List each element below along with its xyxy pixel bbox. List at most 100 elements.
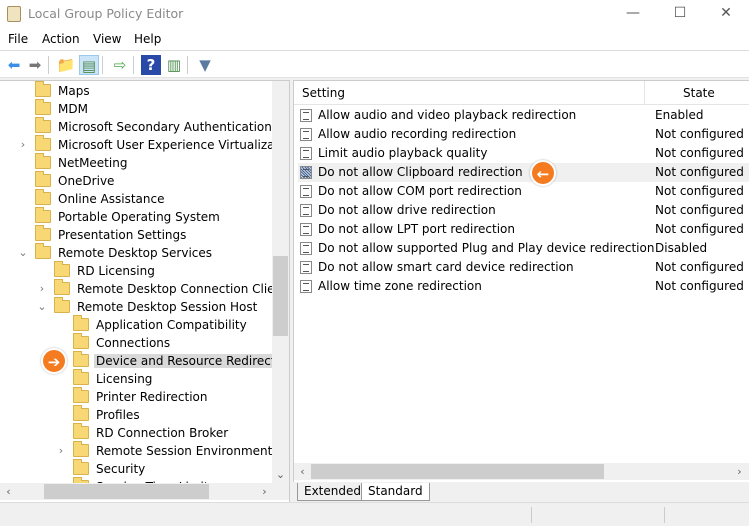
close-button[interactable]: ✕ xyxy=(703,0,749,28)
policy-row[interactable]: Allow time zone redirection Not configure… xyxy=(298,277,749,296)
tree-item[interactable]: Security xyxy=(73,459,147,478)
tree-item[interactable]: › Remote Desktop Connection Client xyxy=(40,279,272,298)
tree-item-label: Profiles xyxy=(96,408,140,422)
column-divider[interactable] xyxy=(644,81,645,105)
scroll-right-arrow-icon[interactable]: › xyxy=(731,463,748,480)
chevron-right-icon[interactable]: › xyxy=(55,442,67,460)
policy-row[interactable]: Do not allow smart card device redirecti… xyxy=(298,258,749,277)
tree-item[interactable]: RD Licensing xyxy=(54,261,157,280)
policy-setting-icon xyxy=(300,204,312,217)
tree-item[interactable]: Application Compatibility xyxy=(73,315,249,334)
folder-icon xyxy=(73,351,89,367)
tree-item-label: Maps xyxy=(58,84,90,98)
status-bar xyxy=(0,502,749,526)
tree-vertical-scroll-thumb[interactable] xyxy=(273,256,288,336)
tree-item[interactable]: Maps xyxy=(35,81,92,100)
menu-help[interactable]: Help xyxy=(134,32,161,46)
policy-row[interactable]: Allow audio recording redirection Not con… xyxy=(298,125,749,144)
export-list-icon[interactable]: ⇨ xyxy=(110,55,130,75)
callout-arrow-icon: ➔ xyxy=(41,348,67,374)
chevron-right-icon[interactable]: › xyxy=(36,280,48,298)
minimize-button[interactable]: — xyxy=(610,0,656,28)
list-horizontal-scroll-thumb[interactable] xyxy=(311,464,604,479)
folder-icon xyxy=(35,135,51,151)
scroll-right-arrow-icon[interactable]: › xyxy=(256,483,273,500)
menu-view[interactable]: View xyxy=(93,32,121,46)
chevron-down-icon[interactable]: ⌄ xyxy=(36,298,48,316)
tree-item[interactable]: ⌄ Remote Desktop Session Host xyxy=(37,297,259,316)
policy-setting-name: Do not allow COM port redirection xyxy=(318,184,522,198)
tree-horizontal-scrollbar[interactable]: ‹ › xyxy=(0,483,289,500)
tree-item-label: Remote Desktop Services xyxy=(58,246,213,260)
policy-row[interactable]: Do not allow supported Plug and Play dev… xyxy=(298,239,749,258)
tree-item-label: MDM xyxy=(58,102,88,116)
folder-icon xyxy=(35,243,51,259)
policy-row[interactable]: Allow audio and video playback redirecti… xyxy=(298,106,749,125)
column-header-state[interactable]: State xyxy=(683,86,715,100)
tree-item[interactable]: Profiles xyxy=(73,405,142,424)
show-hide-tree-icon[interactable]: ▤ xyxy=(79,55,99,75)
tree-item[interactable]: NetMeeting xyxy=(35,153,129,172)
folder-icon xyxy=(35,153,51,169)
tree-item[interactable]: Online Assistance xyxy=(35,189,166,208)
tree-item[interactable]: Presentation Settings xyxy=(35,225,188,244)
policy-setting-name: Do not allow drive redirection xyxy=(318,203,496,217)
tree-item-label: NetMeeting xyxy=(58,156,128,170)
tree-item-label: Connections xyxy=(96,336,171,350)
tree-item[interactable]: OneDrive xyxy=(35,171,116,190)
menu-bar: File Action View Help xyxy=(0,28,749,50)
tree-item[interactable]: Printer Redirection xyxy=(73,387,210,406)
policy-setting-name: Do not allow supported Plug and Play dev… xyxy=(318,241,655,255)
policy-row[interactable]: Do not allow COM port redirection Not con… xyxy=(298,182,749,201)
policy-row[interactable]: Do not allow drive redirection Not config… xyxy=(298,201,749,220)
chevron-right-icon[interactable]: › xyxy=(17,136,29,154)
tree-item[interactable]: Licensing xyxy=(73,369,154,388)
tree-item[interactable]: RD Connection Broker xyxy=(73,423,230,442)
tree-horizontal-scroll-thumb[interactable] xyxy=(44,484,209,499)
tree-item[interactable]: Connections xyxy=(73,333,172,352)
tree-item[interactable]: MDM xyxy=(35,99,90,118)
tree-item[interactable]: ⌄ Remote Desktop Services xyxy=(18,243,214,262)
folder-icon xyxy=(73,369,89,385)
policy-row[interactable]: Limit audio playback quality Not configur… xyxy=(298,144,749,163)
scroll-left-arrow-icon[interactable]: ‹ xyxy=(0,483,17,500)
tree-vertical-scrollbar[interactable]: ⌄ xyxy=(272,81,289,483)
menu-file[interactable]: File xyxy=(8,32,28,46)
folder-icon xyxy=(73,333,89,349)
toolbar-separator xyxy=(187,56,188,74)
filter-icon[interactable]: ▼ xyxy=(195,55,215,75)
tree-item-label: Remote Session Environment xyxy=(96,444,272,458)
tree-item[interactable]: ›Microsoft User Experience Virtualizatio… xyxy=(21,135,272,154)
policy-setting-icon xyxy=(300,128,312,141)
menu-action[interactable]: Action xyxy=(42,32,80,46)
tab-extended[interactable]: Extended xyxy=(297,483,368,501)
policy-state: Not configured xyxy=(655,203,744,217)
scroll-down-arrow-icon[interactable]: ⌄ xyxy=(272,466,289,483)
list-horizontal-scrollbar[interactable]: ‹ › xyxy=(294,463,749,480)
status-divider xyxy=(664,507,665,523)
folder-icon xyxy=(54,297,70,313)
tree-item[interactable]: › Remote Session Environment xyxy=(59,441,272,460)
scroll-left-arrow-icon[interactable]: ‹ xyxy=(294,463,311,480)
help-icon[interactable]: ? xyxy=(141,55,161,75)
policy-setting-icon xyxy=(300,166,312,179)
tree-item-label: OneDrive xyxy=(58,174,115,188)
tree-item[interactable]: Device and Resource Redirection xyxy=(73,351,272,370)
folder-icon xyxy=(35,189,51,205)
up-folder-icon[interactable]: 📁 xyxy=(56,55,76,75)
chevron-down-icon[interactable]: ⌄ xyxy=(17,244,29,262)
policy-setting-icon xyxy=(300,280,312,293)
tab-standard[interactable]: Standard xyxy=(361,483,430,501)
tree-pane: Maps MDM Microsoft Secondary Authenticatio… xyxy=(0,80,290,502)
show-action-pane-icon[interactable]: ▥ xyxy=(164,55,184,75)
callout-arrow-icon: ← xyxy=(530,160,556,186)
back-arrow-icon[interactable]: ⬅ xyxy=(4,55,24,75)
policy-row[interactable]: Do not allow Clipboard redirection Not co… xyxy=(298,163,749,182)
column-header-setting[interactable]: Setting xyxy=(302,86,345,100)
tree-item[interactable]: Portable Operating System xyxy=(35,207,222,226)
forward-arrow-icon[interactable]: ➡ xyxy=(25,55,45,75)
tree-item-label: Device and Resource Redirection xyxy=(94,354,272,368)
policy-row[interactable]: Do not allow LPT port redirection Not con… xyxy=(298,220,749,239)
tree-item[interactable]: Microsoft Secondary Authentication Fact xyxy=(35,117,272,136)
maximize-button[interactable]: ☐ xyxy=(657,0,703,28)
